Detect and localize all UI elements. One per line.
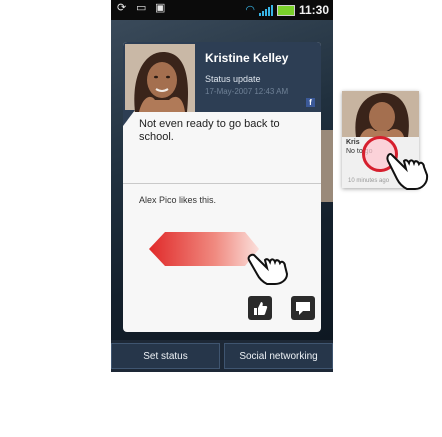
header-notch (123, 110, 135, 126)
comment-button[interactable] (291, 296, 315, 320)
post-type: Status update (205, 74, 261, 84)
signal-icon (258, 4, 273, 16)
monitor-icon: ▭ (136, 2, 147, 14)
facebook-icon: f (306, 98, 315, 107)
status-message: Not even ready to go back to school. (139, 118, 280, 143)
likes-text: Alex Pico likes this. (139, 195, 217, 205)
comment-icon (296, 302, 310, 315)
status-card[interactable]: Kristine Kelley Status update 17-May-200… (123, 42, 321, 332)
battery-icon (276, 4, 295, 16)
social-networking-tab[interactable]: Social networking (224, 343, 333, 369)
swipe-hand-icon (247, 253, 289, 285)
status-bar: ⟳ ▭ ▣ ◠ 11:30 (111, 0, 333, 20)
phone-screen: ⟳ ▭ ▣ ◠ 11:30 Kristine Kelley Status upd… (111, 0, 333, 372)
avatar[interactable] (125, 44, 195, 112)
swipe-left-arrow-icon (149, 232, 259, 266)
mini-timestamp: 10 minutes ago (348, 178, 390, 184)
mini-contact-name: Kris (346, 139, 360, 146)
divider (123, 183, 321, 184)
notification-icon: ▣ (155, 2, 166, 14)
post-date: 17-May-2007 12:43 AM (205, 87, 289, 96)
wifi-icon: ◠ (245, 3, 255, 16)
mini-avatar (342, 91, 419, 137)
bottom-bar: Set status Social networking (111, 340, 333, 372)
sync-icon: ⟳ (117, 2, 127, 14)
thumbs-up-icon (254, 302, 268, 315)
contact-name[interactable]: Kristine Kelley (205, 51, 288, 65)
card-header: Kristine Kelley Status update 17-May-200… (123, 42, 321, 112)
next-card-peek (321, 130, 333, 202)
clock: 11:30 (298, 3, 329, 17)
like-button[interactable] (248, 296, 272, 320)
tap-hand-icon (386, 152, 429, 190)
set-status-tab[interactable]: Set status (111, 343, 220, 369)
